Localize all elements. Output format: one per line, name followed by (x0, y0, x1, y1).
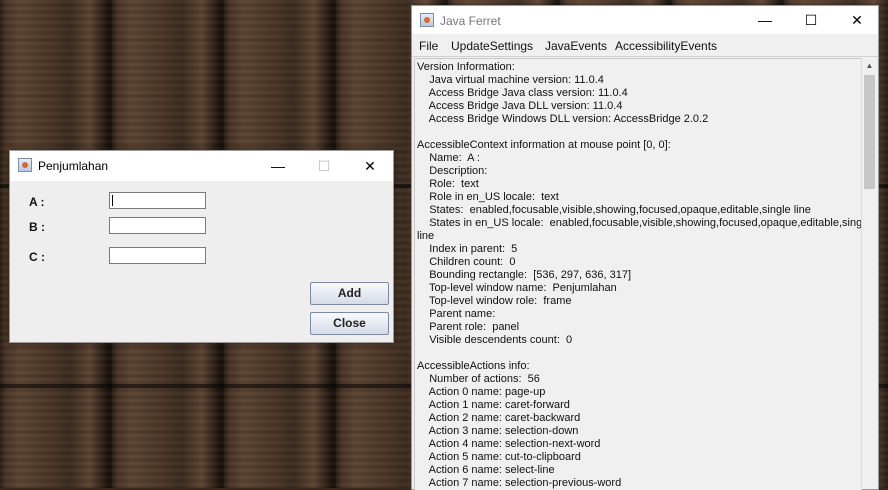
info-line: Children count: 0 (417, 256, 516, 268)
info-line: States: enabled,focusable,visible,showin… (417, 204, 811, 216)
info-line: Description: (417, 165, 488, 177)
ferret-app-icon (420, 13, 434, 27)
minimize-button[interactable]: — (255, 151, 301, 181)
info-line: Access Bridge Java class version: 11.0.4 (417, 87, 628, 99)
scroll-thumb[interactable] (864, 75, 875, 189)
info-text-area[interactable]: Version Information: Java virtual machin… (414, 58, 862, 490)
java-app-icon (18, 158, 32, 172)
close-window-button[interactable]: ✕ (347, 151, 393, 181)
info-line: AccessibleContext information at mouse p… (417, 139, 671, 151)
maximize-button[interactable]: ☐ (788, 6, 834, 34)
info-line: Top-level window role: frame (417, 295, 572, 307)
info-line: Bounding rectangle: [536, 297, 636, 317] (417, 269, 632, 281)
info-line: Action 6 name: select-line (417, 464, 555, 476)
label-b: B : (29, 220, 45, 234)
input-a[interactable] (109, 192, 206, 209)
menu-java-events[interactable]: JavaEvents (545, 39, 607, 53)
ferret-titlebar[interactable]: Java Ferret — ☐ ✕ (412, 6, 878, 34)
info-line: Version Information: (417, 61, 515, 73)
window-title: Penjumlahan (38, 159, 109, 173)
info-line: line (417, 230, 435, 242)
minimize-button[interactable]: — (742, 6, 788, 34)
info-line: Number of actions: 56 (417, 373, 540, 385)
info-line: Visible descendents count: 0 (417, 334, 573, 346)
input-b[interactable] (109, 217, 206, 234)
input-c[interactable] (109, 247, 206, 264)
info-line: Action 1 name: caret-forward (417, 399, 570, 411)
info-line: Access Bridge Windows DLL version: Acces… (417, 113, 709, 125)
info-line: Index in parent: 5 (417, 243, 518, 255)
info-line: Top-level window name: Penjumlahan (417, 282, 617, 294)
menu-accessibility-events[interactable]: AccessibilityEvents (615, 39, 717, 53)
close-window-button[interactable]: ✕ (834, 6, 880, 34)
info-line: Action 7 name: selection-previous-word (417, 477, 622, 489)
info-line: Action 0 name: page-up (417, 386, 546, 398)
info-line: Role: text (417, 178, 479, 190)
menu-bar: File UpdateSettings JavaEvents Accessibi… (412, 34, 878, 57)
info-line: Access Bridge Java DLL version: 11.0.4 (417, 100, 623, 112)
maximize-button[interactable]: ☐ (301, 151, 347, 181)
menu-file[interactable]: File (419, 39, 438, 53)
menu-update-settings[interactable]: UpdateSettings (451, 39, 533, 53)
penjumlahan-window: Penjumlahan — ☐ ✕ A : B : C : Add Close (9, 150, 394, 343)
info-line: Action 3 name: selection-down (417, 425, 579, 437)
info-line: Role in en_US locale: text (417, 191, 559, 203)
info-line: Java virtual machine version: 11.0.4 (417, 74, 604, 86)
info-line: AccessibleActions info: (417, 360, 530, 372)
info-line: Name: A : (417, 152, 480, 164)
info-line: States in en_US locale: enabled,focusabl… (417, 217, 862, 229)
close-button[interactable]: Close (310, 312, 389, 335)
label-a: A : (29, 195, 45, 209)
info-line: Action 4 name: selection-next-word (417, 438, 601, 450)
penjumlahan-titlebar[interactable]: Penjumlahan — ☐ ✕ (10, 151, 393, 181)
info-line: Parent role: panel (417, 321, 520, 333)
scroll-up-arrow-icon[interactable]: ▲ (862, 58, 877, 73)
label-c: C : (29, 250, 45, 264)
info-line (417, 347, 862, 360)
info-line: Action 2 name: caret-backward (417, 412, 581, 424)
window-title: Java Ferret (440, 14, 501, 28)
info-line (417, 126, 862, 139)
info-lines: Version Information: Java virtual machin… (417, 61, 862, 490)
java-ferret-window: Java Ferret — ☐ ✕ File UpdateSettings Ja… (411, 5, 879, 490)
vertical-scrollbar[interactable]: ▲ (861, 58, 877, 489)
add-button[interactable]: Add (310, 282, 389, 305)
info-line: Parent name: (417, 308, 496, 320)
info-line: Action 5 name: cut-to-clipboard (417, 451, 581, 463)
